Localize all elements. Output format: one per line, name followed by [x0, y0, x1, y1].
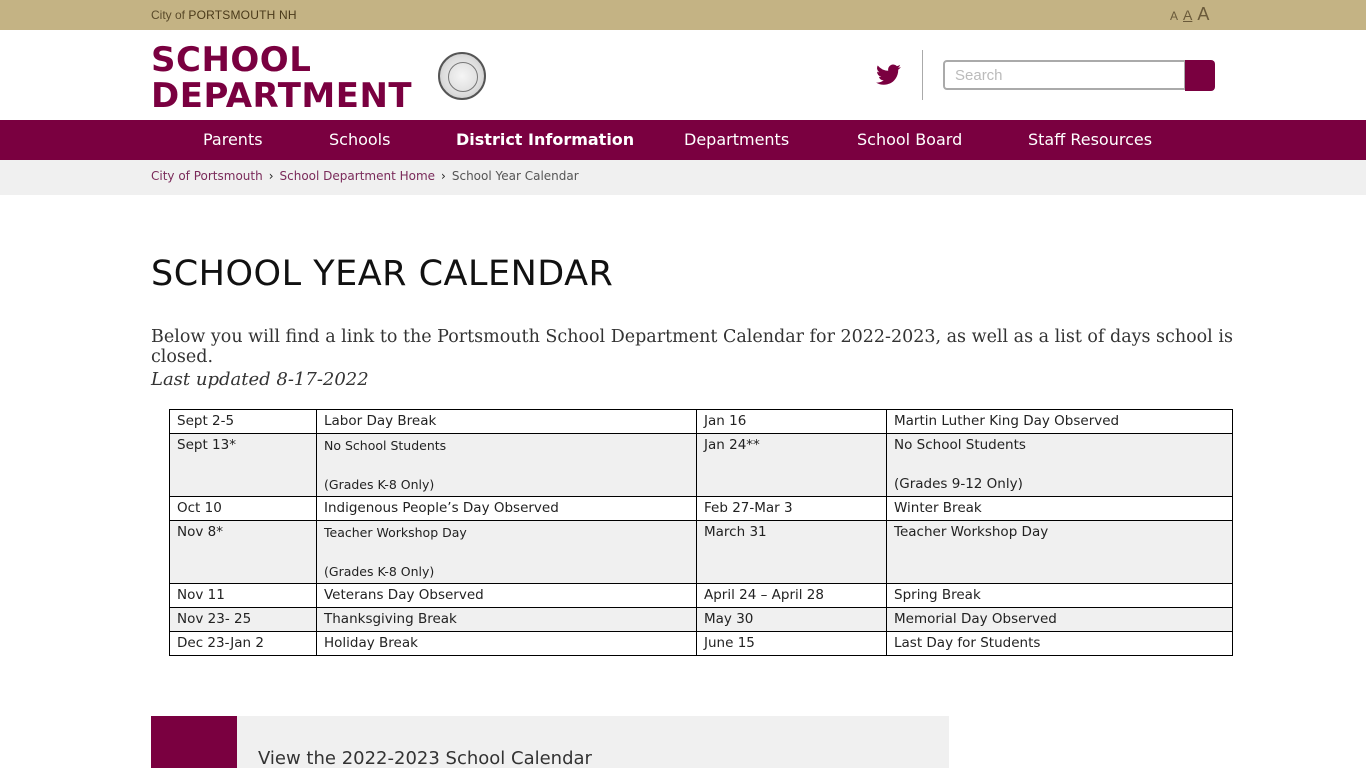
logo-line-2: DEPARTMENT [151, 76, 413, 116]
nav-staff-resources[interactable]: Staff Resources [1028, 130, 1152, 149]
city-name: PORTSMOUTH NH [188, 8, 297, 22]
header-divider [922, 50, 923, 100]
event-cell: Spring Break [886, 583, 1233, 608]
date-cell: Sept 2-5 [169, 409, 317, 434]
date-cell: May 30 [696, 607, 887, 632]
date-cell: Nov 8* [169, 520, 317, 584]
breadcrumb-bar: City of Portsmouth › School Department H… [0, 160, 1366, 195]
nav-district-information[interactable]: District Information [456, 130, 634, 149]
font-size-medium-button[interactable]: A [1183, 7, 1192, 23]
intro-text: Below you will find a link to the Portsm… [151, 327, 1233, 367]
date-cell: Jan 24** [696, 433, 887, 497]
table-row: Nov 8* Teacher Workshop Day (Grades K-8 … [169, 520, 1233, 584]
card-accent-block [151, 716, 237, 768]
nav-parents[interactable]: Parents [203, 130, 263, 149]
table-row: Nov 23- 25 Thanksgiving Break May 30 Mem… [169, 607, 1233, 632]
city-prefix: City of [151, 8, 186, 22]
date-cell: Nov 23- 25 [169, 607, 317, 632]
date-cell: June 15 [696, 631, 887, 656]
font-size-large-button[interactable]: A [1197, 4, 1209, 25]
event-cell: Teacher Workshop Day [886, 520, 1233, 584]
event-cell: Indigenous People’s Day Observed [316, 496, 697, 521]
utility-bar: City of PORTSMOUTH NH A A A [0, 0, 1366, 30]
site-header: SCHOOL DEPARTMENT [0, 30, 1366, 120]
date-cell: Feb 27-Mar 3 [696, 496, 887, 521]
table-row: Nov 11 Veterans Day Observed April 24 – … [169, 583, 1233, 608]
date-cell: Oct 10 [169, 496, 317, 521]
breadcrumb: City of Portsmouth › School Department H… [151, 169, 579, 183]
date-cell: Sept 13* [169, 433, 317, 497]
date-cell: Jan 16 [696, 409, 887, 434]
table-row: Sept 2-5 Labor Day Break Jan 16 Martin L… [169, 409, 1233, 434]
event-cell: No School Students (Grades 9-12 Only) [886, 433, 1233, 497]
logo-line-1: SCHOOL [151, 40, 312, 80]
event-cell: Memorial Day Observed [886, 607, 1233, 632]
event-cell: Martin Luther King Day Observed [886, 409, 1233, 434]
breadcrumb-current: School Year Calendar [451, 169, 579, 183]
calendar-link-card[interactable]: View the 2022-2023 School Calendar [151, 716, 949, 768]
event-text: No School Students [324, 438, 447, 453]
font-size-small-button[interactable]: A [1170, 9, 1178, 23]
event-subtext: (Grades K-8 Only) [324, 477, 435, 492]
font-size-controls: A A A [1170, 4, 1209, 25]
last-updated: Last updated 8-17-2022 [151, 369, 369, 390]
chevron-right-icon: › [268, 169, 274, 183]
calendar-link-label: View the 2022-2023 School Calendar [258, 748, 592, 768]
city-link[interactable]: City of PORTSMOUTH NH [151, 8, 297, 22]
event-subtext: (Grades 9-12 Only) [894, 476, 1023, 492]
event-cell: Thanksgiving Break [316, 607, 697, 632]
breadcrumb-city[interactable]: City of Portsmouth [151, 169, 263, 183]
city-seal-icon [438, 52, 486, 100]
event-cell: Labor Day Break [316, 409, 697, 434]
closure-table: Sept 2-5 Labor Day Break Jan 16 Martin L… [169, 409, 1233, 656]
nav-schools[interactable]: Schools [329, 130, 390, 149]
breadcrumb-school-home[interactable]: School Department Home [280, 169, 436, 183]
event-cell: Winter Break [886, 496, 1233, 521]
date-cell: April 24 – April 28 [696, 583, 887, 608]
event-subtext: (Grades K-8 Only) [324, 564, 435, 579]
event-cell: Holiday Break [316, 631, 697, 656]
table-row: Oct 10 Indigenous People’s Day Observed … [169, 496, 1233, 521]
main-nav: Parents Schools District Information Dep… [0, 120, 1366, 160]
event-cell: Teacher Workshop Day (Grades K-8 Only) [316, 520, 697, 584]
table-row: Dec 23-Jan 2 Holiday Break June 15 Last … [169, 631, 1233, 656]
event-text: Teacher Workshop Day [324, 525, 467, 540]
twitter-icon[interactable] [876, 62, 902, 88]
nav-school-board[interactable]: School Board [857, 130, 962, 149]
event-text: No School Students [894, 437, 1026, 453]
date-cell: March 31 [696, 520, 887, 584]
site-logo[interactable]: SCHOOL DEPARTMENT [151, 42, 412, 114]
event-cell: Veterans Day Observed [316, 583, 697, 608]
nav-departments[interactable]: Departments [684, 130, 789, 149]
date-cell: Nov 11 [169, 583, 317, 608]
date-cell: Dec 23-Jan 2 [169, 631, 317, 656]
event-cell: Last Day for Students [886, 631, 1233, 656]
event-cell: No School Students (Grades K-8 Only) [316, 433, 697, 497]
table-row: Sept 13* No School Students (Grades K-8 … [169, 433, 1233, 497]
page-title: SCHOOL YEAR CALENDAR [151, 254, 614, 294]
chevron-right-icon: › [441, 169, 446, 183]
search-input[interactable] [943, 60, 1186, 90]
search-button[interactable] [1185, 60, 1215, 91]
